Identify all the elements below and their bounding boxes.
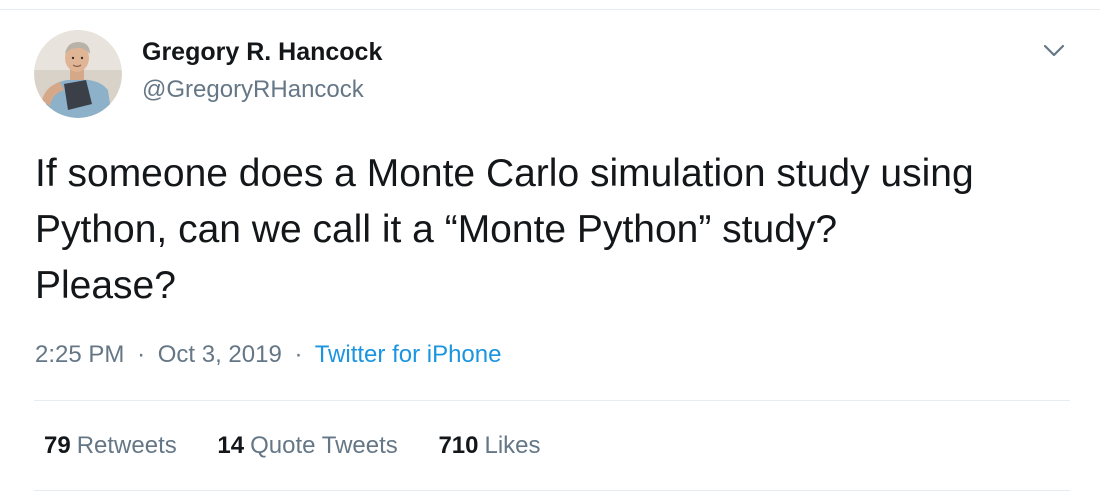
user-handle[interactable]: @GregoryRHancock [142,76,364,104]
top-border [0,9,1100,10]
avatar-image [34,30,122,118]
retweets-label: Retweets [76,432,177,459]
tweet-card: Gregory R. Hancock @GregoryRHancock If s… [0,0,1109,499]
likes-label: Likes [484,432,541,459]
quote-tweets-count: 14 [217,432,245,459]
tweet-date[interactable]: Oct 3, 2019 [158,341,282,368]
chevron-down-icon[interactable] [1040,36,1068,64]
divider [34,490,1070,491]
tweet-text-line: Please? [35,264,176,307]
tweet-meta: 2:25 PM · Oct 3, 2019 · Twitter for iPho… [35,341,501,369]
tweet-source-link[interactable]: Twitter for iPhone [315,341,502,368]
quote-tweets-stat[interactable]: 14 Quote Tweets [217,432,397,460]
divider [34,400,1070,401]
likes-stat[interactable]: 710 Likes [438,432,540,460]
retweets-stat[interactable]: 79 Retweets [44,432,177,460]
tweet-text: If someone does a Monte Carlo simulation… [35,146,1085,314]
tweet-text-line: Python, can we call it a “Monte Python” … [35,208,838,251]
meta-separator: · [137,341,146,368]
retweets-count: 79 [44,432,71,459]
display-name[interactable]: Gregory R. Hancock [142,38,382,67]
meta-separator: · [294,341,303,368]
tweet-stats: 79 Retweets 14 Quote Tweets 710 Likes [44,432,575,460]
tweet-text-line: If someone does a Monte Carlo simulation… [35,152,974,195]
tweet-time[interactable]: 2:25 PM [35,341,124,368]
likes-count: 710 [438,432,479,459]
quote-tweets-label: Quote Tweets [250,432,398,459]
avatar[interactable] [34,30,122,118]
